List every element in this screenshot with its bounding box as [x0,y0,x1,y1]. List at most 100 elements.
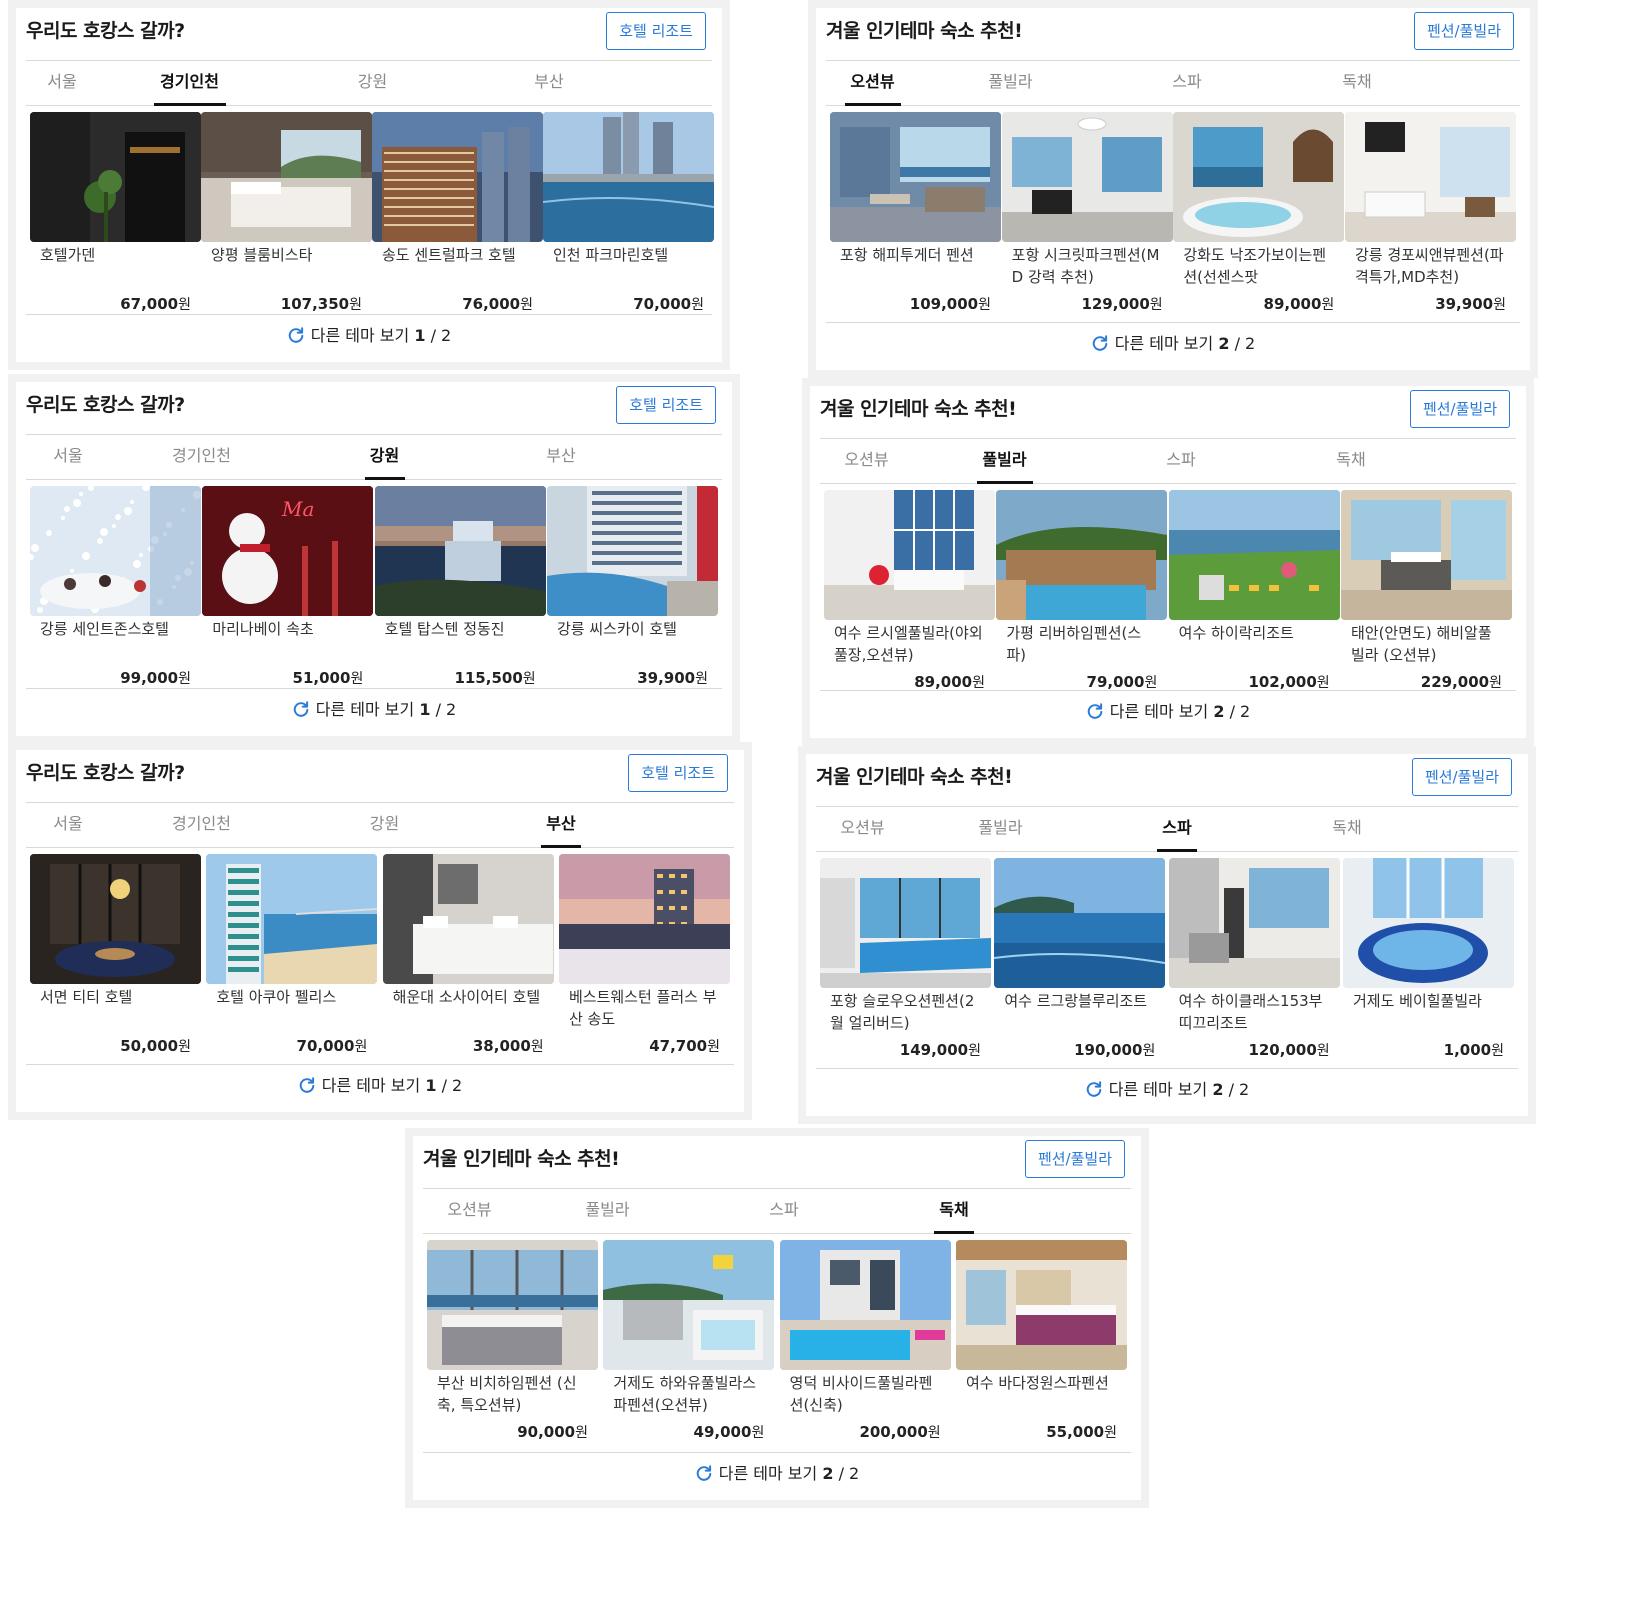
listing-card[interactable]: 여수 르그랑블루리조트 190,000원 [994,858,1166,1059]
listing-photo[interactable] [820,858,991,988]
tab-0[interactable]: 오션뷰 [820,439,913,483]
tab-3[interactable]: 독채 [869,1189,1039,1234]
other-theme-button[interactable]: 다른 테마 보기 1 / 2 [298,1076,462,1095]
listing-photo[interactable] [1344,112,1516,242]
listing-card[interactable]: 서면 티티 호텔 50,000원 [30,854,201,1055]
other-theme-button[interactable]: 다른 테마 보기 1 / 2 [292,700,456,719]
tab-1[interactable]: 풀빌라 [516,1189,699,1233]
listing-photo[interactable] [1001,112,1173,242]
listing-card[interactable]: 강화도 낙조가보이는펜션(선센스팟 89,000원 [1173,112,1345,313]
listing-card[interactable]: 포항 시크릿파크펜션(MD 강력 추천) 129,000원 [1001,112,1173,313]
tab-1[interactable]: 경기인천 [110,435,293,479]
tab-3[interactable]: 독채 [1272,61,1442,105]
tab-1[interactable]: 풀빌라 [913,439,1096,484]
listing-card[interactable]: 베스트웨스턴 플러스 부산 송도 47,700원 [558,854,730,1055]
listing-card[interactable]: 거제도 베이힐풀빌라 1,000원 [1342,858,1514,1059]
tab-0[interactable]: 서울 [26,435,110,479]
other-theme-button[interactable]: 다른 테마 보기 1 / 2 [287,326,451,345]
tab-3[interactable]: 부산 [476,803,646,848]
tab-1[interactable]: 풀빌라 [909,807,1092,851]
tab-2[interactable]: 스파 [1096,439,1266,483]
listing-card[interactable]: 양평 블룸비스타 107,350원 [201,112,372,313]
listing-photo[interactable] [1340,490,1512,620]
listing-photo[interactable] [30,486,201,616]
tab-3[interactable]: 독채 [1262,807,1432,851]
tab-3[interactable]: 부산 [476,435,646,479]
category-button[interactable]: 호텔 리조트 [616,386,716,424]
listing-photo[interactable] [830,112,1001,242]
listing-photo[interactable] [558,854,730,984]
other-theme-button[interactable]: 다른 테마 보기 2 / 2 [1086,702,1250,721]
listing-photo[interactable] [824,490,995,620]
listing-photo[interactable] [382,854,554,984]
listing-card[interactable]: 부산 비치하임펜션 (신축, 특오션뷰) 90,000원 [427,1240,598,1441]
listing-photo[interactable] [546,486,718,616]
tab-2[interactable]: 강원 [293,803,476,847]
category-button[interactable]: 호텔 리조트 [628,754,728,792]
listing-card[interactable]: 송도 센트럴파크 호텔 76,000원 [372,112,543,313]
listing-card[interactable]: 여수 르시엘풀빌라(야외풀장,오션뷰) 89,000원 [824,490,995,691]
listing-card[interactable]: 호텔가덴 67,000원 [30,112,201,313]
tab-3[interactable]: 부산 [464,61,634,105]
tab-2[interactable]: 강원 [293,435,476,480]
other-theme-button[interactable]: 다른 테마 보기 2 / 2 [695,1464,859,1483]
category-button[interactable]: 펜션/풀빌라 [1024,1140,1125,1178]
tab-0[interactable]: 오션뷰 [826,61,919,106]
active-tab-indicator [364,477,405,480]
tab-2[interactable]: 스파 [1102,61,1272,105]
listing-photo[interactable] [1173,112,1345,242]
listing-card[interactable]: 호텔 탑스텐 정동진 115,500원 [374,486,546,687]
listing-card[interactable]: 강릉 씨스카이 호텔 39,900원 [546,486,718,687]
other-theme-button[interactable]: 다른 테마 보기 2 / 2 [1091,334,1255,353]
listing-card[interactable]: 여수 바다정원스파펜션 55,000원 [955,1240,1127,1441]
listing-photo[interactable] [206,854,378,984]
listing-photo[interactable] [30,112,201,242]
listing-card[interactable]: 포항 해피투게더 펜션 109,000원 [830,112,1001,313]
listing-card[interactable]: 영덕 비사이드풀빌라펜션(신축) 200,000원 [779,1240,951,1441]
listing-card[interactable]: 여수 하이클래스153부띠끄리조트 120,000원 [1168,858,1340,1059]
listing-card[interactable]: 태안(안면도) 해비알풀빌라 (오션뷰) 229,000원 [1340,490,1512,691]
listing-photo[interactable] [994,858,1166,988]
listing-photo[interactable] [543,112,714,242]
other-theme-button[interactable]: 다른 테마 보기 2 / 2 [1085,1080,1249,1099]
tab-0[interactable]: 오션뷰 [816,807,909,851]
listing-photo[interactable]: Ma [202,486,374,616]
tab-0[interactable]: 오션뷰 [423,1189,516,1233]
category-button[interactable]: 호텔 리조트 [606,12,706,50]
tab-0[interactable]: 서울 [26,803,110,847]
listing-photo[interactable] [30,854,201,984]
listing-card[interactable]: 거제도 하와유풀빌라스파펜션(오션뷰) 49,000원 [603,1240,775,1441]
listing-photo[interactable] [1168,858,1340,988]
listing-photo[interactable] [427,1240,598,1370]
tab-1[interactable]: 경기인천 [98,61,281,106]
tab-2[interactable]: 강원 [281,61,464,105]
listing-card[interactable]: 강릉 경포씨앤뷰펜션(파격특가,MD추천) 39,900원 [1344,112,1516,313]
tab-2[interactable]: 스파 [699,1189,869,1233]
category-button[interactable]: 펜션/풀빌라 [1413,12,1514,50]
listing-photo[interactable] [372,112,543,242]
tab-1[interactable]: 경기인천 [110,803,293,847]
listing-card[interactable]: 강릉 세인트존스호텔 99,000원 [30,486,201,687]
category-button[interactable]: 펜션/풀빌라 [1411,758,1512,796]
listing-photo[interactable] [955,1240,1127,1370]
tab-3[interactable]: 독채 [1266,439,1436,483]
tab-0[interactable]: 서울 [26,61,98,105]
listing-photo[interactable] [374,486,546,616]
listing-card[interactable]: 인천 파크마린호텔 70,000원 [543,112,714,313]
listing-photo[interactable] [603,1240,775,1370]
listing-card[interactable]: 호텔 아쿠아 펠리스 70,000원 [206,854,378,1055]
tab-1[interactable]: 풀빌라 [919,61,1102,105]
listing-photo[interactable] [1342,858,1514,988]
listing-photo[interactable] [1168,490,1340,620]
listing-card[interactable]: Ma 마리나베이 속초 51,000원 [202,486,374,687]
listing-photo[interactable] [996,490,1168,620]
listing-card[interactable]: 포항 슬로우오션펜션(2월 얼리버드) 149,000원 [820,858,991,1059]
listing-card[interactable]: 해운대 소사이어티 호텔 38,000원 [382,854,554,1055]
listing-photo[interactable] [779,1240,951,1370]
category-button[interactable]: 펜션/풀빌라 [1409,390,1510,428]
listing-photo[interactable] [201,112,372,242]
listing-card[interactable]: 여수 하이락리조트 102,000원 [1168,490,1340,691]
tab-2[interactable]: 스파 [1092,807,1262,852]
listing-price: 70,000원 [633,294,704,314]
listing-card[interactable]: 가평 리버하임펜션(스파) 79,000원 [996,490,1168,691]
